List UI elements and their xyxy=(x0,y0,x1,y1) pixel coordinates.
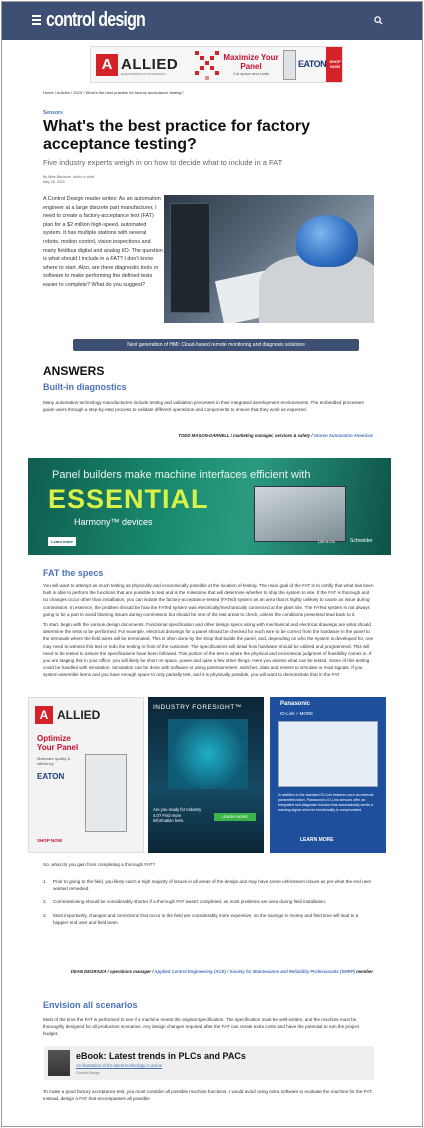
section-question: So, what do you gain from completing a t… xyxy=(43,862,156,867)
top-navigation-bar: control design xyxy=(2,2,422,40)
ad-line: Panel builders make machine interfaces e… xyxy=(52,469,311,481)
allied-logo-icon: A xyxy=(35,706,53,724)
expert-name: DEAN DEGRAZIA / operations manager / xyxy=(70,969,155,974)
ad-headline: Maximize Your Panel Cut space and costs xyxy=(221,53,281,77)
hero-image xyxy=(164,195,374,323)
ad-learn-more-button[interactable]: LEARN MORE xyxy=(214,813,256,821)
top-banner-ad[interactable]: A ALLIED ELECTRONICS & AUTOMATION Maximi… xyxy=(90,46,343,83)
allied-logo-icon: A xyxy=(96,54,118,76)
breadcrumb[interactable]: Home / Articles / 2020 / What's the best… xyxy=(43,90,184,95)
list-item: 3. Most importantly, changes and correcti… xyxy=(43,912,359,925)
essential-harmony-ad[interactable]: Panel builders make machine interfaces e… xyxy=(28,458,391,555)
panasonic-ad[interactable]: Panasonic IO-Link + MORE In addition to … xyxy=(270,697,386,853)
ad-tagline: Life is On xyxy=(318,539,335,544)
ad-partner-logo: EATON xyxy=(37,772,65,781)
industry-foresight-ad[interactable]: INDUSTRY FORESIGHT™ Are you ready for In… xyxy=(148,697,264,853)
ad-harmony-text: Harmony™ devices xyxy=(74,517,153,527)
answers-heading: ANSWERS xyxy=(43,364,105,378)
search-icon[interactable] xyxy=(374,16,383,25)
list-item: 2. Commissioning should be considerably s… xyxy=(43,899,327,905)
ad-big-text: ESSENTIAL xyxy=(48,484,209,514)
publish-date: May 28, 2020 xyxy=(43,180,65,184)
ebook-promo[interactable]: eBook: Latest trends in PLCs and PACs An… xyxy=(44,1046,374,1080)
expert-attribution: DEAN DEGRAZIA / operations manager / App… xyxy=(43,967,373,976)
ad-partner-logo: EATON xyxy=(298,59,327,69)
page-frame: control design A ALLIED ELECTRONICS & AU… xyxy=(1,1,423,1127)
ad-graphic xyxy=(168,719,248,789)
company-link[interactable]: Applied Control Engineering (ACE) / Soci… xyxy=(155,969,356,974)
section-body-scenarios: Most of the time the FAT is performed to… xyxy=(43,1017,360,1037)
related-article-link[interactable]: Next generation of HMI: Cloud-based remo… xyxy=(73,339,359,351)
ad-small-text: Maximize quality & efficiency xyxy=(37,756,71,766)
section-heading-diagnostics: Built-in diagnostics xyxy=(43,382,127,392)
ebook-title[interactable]: eBook: Latest trends in PLCs and PACs xyxy=(76,1051,246,1061)
ad-title: INDUSTRY FORESIGHT™ xyxy=(153,704,242,711)
article-subtitle: Five industry experts weigh in on how to… xyxy=(43,158,283,167)
closing-paragraph: To make a good factory acceptance test, … xyxy=(43,1089,373,1102)
byline: By Mike Bacidore, editor in chief May 28… xyxy=(43,175,94,185)
benefits-list: 1. Prior to going to the field, you likel… xyxy=(43,878,373,932)
control-cabinet-shape xyxy=(170,203,210,313)
section-body-fat-specs-2: To start, begin with the various design … xyxy=(43,622,374,678)
ebook-subtitle-link[interactable]: An illustration of the latest technology… xyxy=(76,1063,162,1068)
ad-subline: Cut space and costs xyxy=(232,71,270,76)
ad-brand-sub: ELECTRONICS & AUTOMATION xyxy=(121,72,166,76)
ad-shop-button[interactable]: SHOP NOW xyxy=(326,47,342,82)
ad-learn-more-button[interactable]: LEARN MORE xyxy=(300,837,334,843)
panasonic-logo: Panasonic xyxy=(280,701,311,707)
section-body-diagnostics: Many automation technology manufacturers… xyxy=(43,400,364,413)
panel-image xyxy=(85,754,127,832)
sensor-products-image xyxy=(278,721,378,787)
section-heading-fat-specs: FAT the specs xyxy=(43,568,104,578)
panel-device-image xyxy=(254,486,346,542)
ad-learn-more-button[interactable]: Learn more xyxy=(48,537,76,546)
intro-paragraph: A Control Design reader writes: As an au… xyxy=(43,196,163,288)
category-link[interactable]: Sensors xyxy=(43,110,63,116)
ad-shop-button[interactable]: SHOP NOW xyxy=(37,838,62,843)
article-title: What's the best practice for factory acc… xyxy=(43,118,310,153)
ad-io-text: IO-Link + MORE xyxy=(280,711,314,716)
panel-image xyxy=(283,50,296,80)
ad-brand: ALLIED xyxy=(121,56,179,73)
expert-attribution: TODD MASON-DARNELL / marketing manager, … xyxy=(43,433,373,438)
company-link[interactable]: Omron Automation Americas xyxy=(314,433,373,438)
pixel-x-graphic xyxy=(195,51,219,80)
ad-body: In addition to the standard IO-Link feat… xyxy=(278,793,374,812)
ad-body: Are you ready for Industry 4.0? Find mor… xyxy=(153,807,202,823)
ebook-source: Control Design xyxy=(76,1071,100,1075)
ebook-thumbnail xyxy=(48,1050,70,1076)
schneider-logo: Schneider xyxy=(350,538,373,544)
list-item: 1. Prior to going to the field, you likel… xyxy=(43,879,372,892)
expert-name: TODD MASON-DARNELL / marketing manager, … xyxy=(178,433,314,438)
site-logo[interactable]: control design xyxy=(46,9,146,32)
attribution-suffix: member xyxy=(355,969,373,974)
ad-headline: Optimize Your Panel xyxy=(37,734,79,752)
hard-hat-shape xyxy=(296,215,358,267)
allied-side-ad[interactable]: A ALLIED Optimize Your Panel Maximize qu… xyxy=(28,697,144,853)
section-body-fat-specs-1: You will want to attempt as much testing… xyxy=(43,583,374,617)
section-heading-scenarios: Envision all scenarios xyxy=(43,1000,138,1010)
ad-brand: ALLIED xyxy=(57,708,101,722)
hamburger-menu-icon[interactable] xyxy=(32,15,41,25)
